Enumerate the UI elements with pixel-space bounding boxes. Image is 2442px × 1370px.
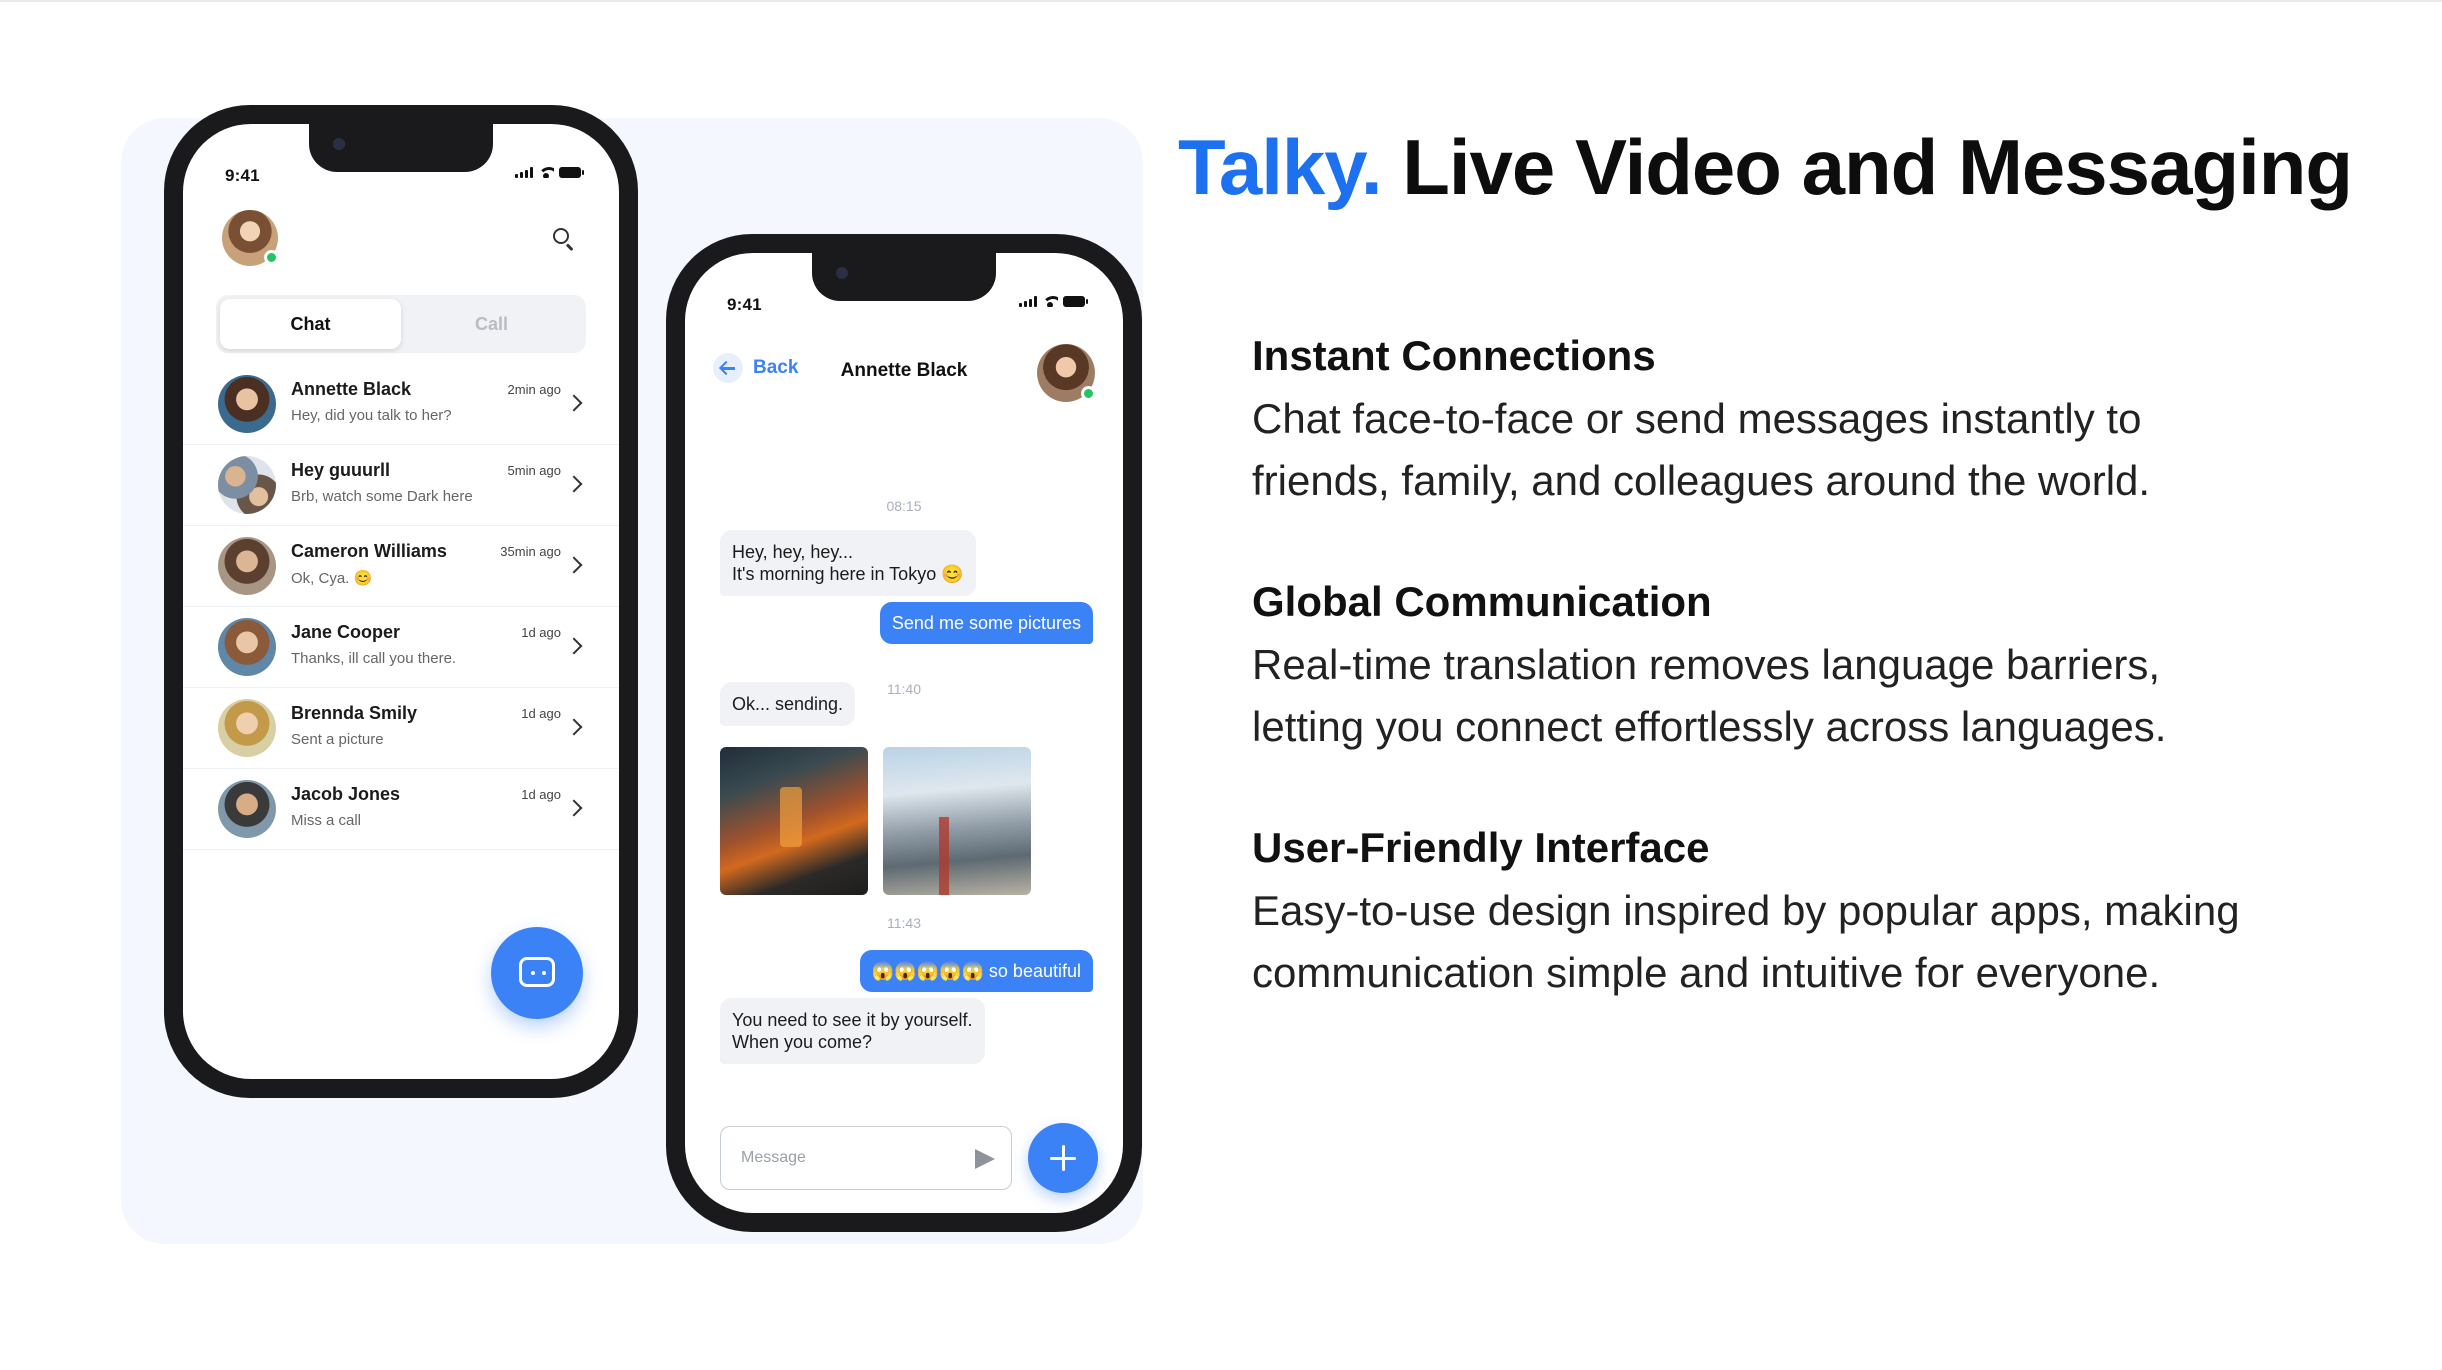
message-preview: Hey, did you talk to her? <box>291 407 452 424</box>
feature-description: Easy-to-use design inspired by popular a… <box>1252 887 2240 996</box>
contact-avatar[interactable] <box>1037 344 1096 402</box>
signal-icon <box>515 166 533 178</box>
status-time: 9:41 <box>225 166 260 185</box>
message-preview: Brb, watch some Dark here <box>291 488 473 505</box>
message-preview: Ok, Cya. 😊 <box>291 570 373 587</box>
tab-chat[interactable]: Chat <box>220 299 401 349</box>
back-label: Back <box>753 357 799 378</box>
contact-name: Hey guuurll <box>291 460 391 480</box>
avatar <box>218 780 276 838</box>
phone-notch <box>309 124 493 172</box>
contact-name: Annette Black <box>291 379 412 399</box>
message-preview: Miss a call <box>291 812 362 829</box>
arrow-left-icon <box>713 353 743 383</box>
feature-block: User-Friendly Interface Easy-to-use desi… <box>1252 820 2252 1004</box>
message-time: 5min ago <box>507 463 561 478</box>
chat-list-item[interactable]: Brennda Smily 1d ago Sent a picture <box>183 688 619 769</box>
chevron-right-icon <box>565 799 583 817</box>
top-divider <box>0 0 2442 2</box>
profile-avatar[interactable] <box>222 210 279 266</box>
feature-block: Global Communication Real-time translati… <box>1252 574 2252 758</box>
message-line: It's morning here in Tokyo 😊 <box>732 564 964 584</box>
camera-dot <box>333 138 345 150</box>
message-timestamp: 11:43 <box>887 915 921 931</box>
avatar <box>218 537 276 595</box>
status-time: 9:41 <box>727 295 762 314</box>
page-title: Talky. Live Video and Messaging <box>1178 122 2353 213</box>
add-attachment-button[interactable] <box>1028 1123 1098 1193</box>
feature-title: User-Friendly Interface <box>1252 824 1710 871</box>
message-incoming: Hey, hey, hey... It's morning here in To… <box>720 530 976 596</box>
contact-name: Jacob Jones <box>291 784 401 804</box>
message-line: You need to see it by yourself. <box>732 1010 973 1030</box>
battery-icon <box>559 166 584 178</box>
chevron-right-icon <box>565 637 583 655</box>
avatar <box>218 699 276 757</box>
phone-conversation: 9:41 Annette Black Back 08:15 Hey, hey, … <box>666 234 1142 1232</box>
brand-name: Talky. <box>1178 123 1383 211</box>
message-outgoing: Send me some pictures <box>879 602 1093 644</box>
headline-text: Live Video and Messaging <box>1402 123 2353 211</box>
message-line: When you come? <box>732 1032 873 1052</box>
feature-title: Global Communication <box>1252 578 1712 625</box>
send-icon[interactable] <box>975 1149 995 1169</box>
message-line: Hey, hey, hey... <box>732 542 854 562</box>
status-icons <box>1019 295 1088 307</box>
message-preview: Sent a picture <box>291 731 384 748</box>
chevron-right-icon <box>565 718 583 736</box>
feature-title: Instant Connections <box>1252 332 1656 379</box>
battery-icon <box>1063 295 1088 307</box>
wifi-icon <box>538 166 554 178</box>
avatar <box>218 618 276 676</box>
message-time: 1d ago <box>521 706 561 721</box>
phone-notch <box>812 253 996 301</box>
message-incoming: You need to see it by yourself. When you… <box>720 998 985 1064</box>
shared-photo[interactable] <box>720 747 868 895</box>
chat-list-item[interactable]: Jacob Jones 1d ago Miss a call <box>183 769 619 850</box>
online-indicator <box>264 250 279 265</box>
phone-screen: 9:41 Chat Call Annette Black 2min ago He… <box>183 124 619 1079</box>
message-timestamp: 08:15 <box>886 498 922 514</box>
shared-photo[interactable] <box>883 747 1031 895</box>
chat-list-item[interactable]: Hey guuurll 5min ago Brb, watch some Dar… <box>183 445 619 526</box>
new-chat-button[interactable] <box>491 927 583 1019</box>
phone-chat-list: 9:41 Chat Call Annette Black 2min ago He… <box>164 105 638 1098</box>
contact-name: Jane Cooper <box>291 622 401 642</box>
feature-description: Real-time translation removes language b… <box>1252 641 2167 750</box>
message-time: 2min ago <box>507 382 561 397</box>
chat-bubble-icon <box>519 957 555 987</box>
camera-dot <box>836 267 848 279</box>
tab-call[interactable]: Call <box>401 299 582 349</box>
message-composer <box>720 1126 1012 1190</box>
contact-name: Cameron Williams <box>291 541 447 561</box>
feature-description: Chat face-to-face or send messages insta… <box>1252 395 2151 504</box>
message-input[interactable] <box>741 1127 961 1189</box>
chevron-right-icon <box>565 556 583 574</box>
signal-icon <box>1019 295 1037 307</box>
message-time: 1d ago <box>521 625 561 640</box>
message-incoming: Ok... sending. <box>720 682 856 726</box>
contact-name: Brennda Smily <box>291 703 418 723</box>
avatar <box>218 375 276 433</box>
chevron-right-icon <box>565 394 583 412</box>
chevron-right-icon <box>565 475 583 493</box>
message-preview: Thanks, ill call you there. <box>291 650 457 667</box>
phone-screen: 9:41 Annette Black Back 08:15 Hey, hey, … <box>685 253 1123 1213</box>
search-icon[interactable] <box>551 226 577 252</box>
chat-list-item[interactable]: Jane Cooper 1d ago Thanks, ill call you … <box>183 607 619 688</box>
message-time: 35min ago <box>500 544 561 559</box>
message-outgoing: 😱😱😱😱😱 so beautiful <box>859 950 1093 992</box>
feature-block: Instant Connections Chat face-to-face or… <box>1252 328 2252 512</box>
online-indicator <box>1081 386 1096 401</box>
group-avatar <box>218 456 276 514</box>
back-button[interactable]: Back <box>713 353 798 383</box>
chat-list-item[interactable]: Cameron Williams 35min ago Ok, Cya. 😊 <box>183 526 619 607</box>
status-icons <box>515 166 584 178</box>
message-time: 1d ago <box>521 787 561 802</box>
chat-list: Annette Black 2min ago Hey, did you talk… <box>183 364 619 850</box>
wifi-icon <box>1042 295 1058 307</box>
chat-list-item[interactable]: Annette Black 2min ago Hey, did you talk… <box>183 364 619 445</box>
chat-call-switch: Chat Call <box>216 295 586 353</box>
